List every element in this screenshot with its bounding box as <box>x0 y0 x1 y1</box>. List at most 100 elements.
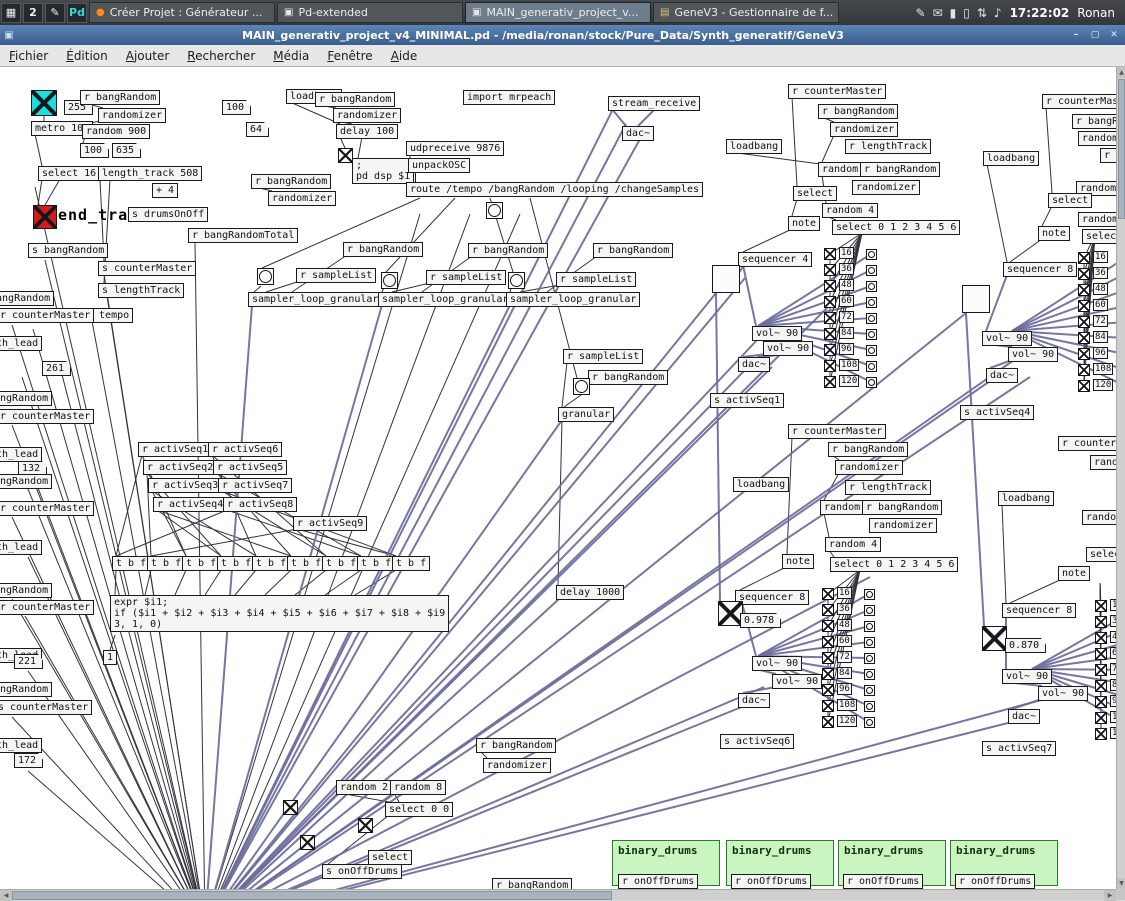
pd-number[interactable]: 221 <box>14 654 43 669</box>
horizontal-scrollbar[interactable]: ◀ ▶ <box>0 889 1116 900</box>
pd-bang[interactable] <box>866 249 877 260</box>
pd-bang[interactable] <box>257 268 274 285</box>
pd-toggle[interactable] <box>1095 664 1107 676</box>
pd-launcher-icon[interactable]: Pd <box>67 3 87 23</box>
pd-gui-square[interactable] <box>712 265 740 293</box>
pd-object[interactable]: loadbang <box>983 151 1039 166</box>
pd-object[interactable]: r sampleList <box>426 270 506 285</box>
pd-object[interactable]: sampler_loop_granular <box>378 292 512 307</box>
pd-number[interactable]: 261 <box>42 361 71 376</box>
pd-number[interactable]: 96 <box>837 683 852 695</box>
pd-number[interactable]: 172 <box>14 753 43 768</box>
pd-object[interactable]: sequencer 8 <box>735 590 809 605</box>
pd-object[interactable]: delay 1000 <box>556 585 624 600</box>
pd-object[interactable]: nth_lead <box>0 336 42 351</box>
pd-object[interactable]: sampler_loop_granular <box>506 292 640 307</box>
pd-bang[interactable] <box>866 329 877 340</box>
pd-toggle[interactable] <box>718 601 743 626</box>
pd-object[interactable]: s activSeq6 <box>720 734 794 749</box>
pd-object[interactable]: dac~ <box>1008 709 1040 724</box>
pd-object[interactable]: r counterMaster <box>0 600 94 615</box>
pd-object[interactable]: r sampleList <box>556 272 636 287</box>
pd-toggle[interactable] <box>1078 284 1090 296</box>
pd-toggle[interactable] <box>338 148 353 163</box>
pd-number[interactable]: 96 <box>839 343 854 355</box>
pd-object[interactable]: r bangRandom <box>862 500 942 515</box>
pd-number[interactable]: 16 <box>839 247 854 259</box>
pd-object[interactable]: udpreceive 9876 <box>406 141 504 156</box>
mail-tray-icon[interactable]: ✉ <box>933 6 943 20</box>
menu-item-aide[interactable]: Aide <box>382 47 427 65</box>
vertical-scrollbar[interactable]: ▲ ▼ <box>1116 67 1125 889</box>
pd-object[interactable]: r onOffDrums <box>843 874 923 889</box>
pd-object[interactable]: length_track 508 <box>98 166 202 181</box>
pd-object[interactable]: r counterMaster <box>0 501 94 516</box>
pd-object[interactable]: r activSeq5 <box>213 460 287 475</box>
pd-number[interactable]: 0.978 <box>740 613 781 628</box>
battery-tray-icon[interactable]: ▮ <box>950 6 957 20</box>
pd-object[interactable]: random 4 <box>822 203 878 218</box>
pd-number[interactable]: 36 <box>837 603 852 615</box>
edit-tray-icon[interactable]: ✎ <box>916 6 926 20</box>
pd-object[interactable]: r counterM <box>1058 436 1116 451</box>
pd-object[interactable]: vol~ 90 <box>1002 669 1052 684</box>
pd-toggle[interactable] <box>824 248 836 260</box>
pd-object[interactable]: vol~ 90 <box>752 656 802 671</box>
pd-number[interactable]: 48 <box>837 619 852 631</box>
pd-object[interactable]: t b f <box>287 556 325 571</box>
menu-item-ajouter[interactable]: Ajouter <box>117 47 179 65</box>
pd-bang-red[interactable] <box>33 205 57 229</box>
volume-tray-icon[interactable]: ♪ <box>994 6 1002 20</box>
taskbar-button-1[interactable]: ▣Pd-extended <box>277 2 463 23</box>
scroll-right-arrow[interactable]: ▶ <box>1104 890 1116 901</box>
pd-object[interactable]: r activSeq8 <box>223 497 297 512</box>
pd-object[interactable]: r sampleList <box>296 268 376 283</box>
pd-bang[interactable] <box>866 377 877 388</box>
menu-item-édition[interactable]: Édition <box>57 47 117 65</box>
pd-number[interactable]: 72 <box>1093 315 1108 327</box>
pd-toggle[interactable] <box>824 360 836 372</box>
pd-gui-square[interactable] <box>962 285 990 313</box>
pd-object[interactable]: r onOffDrums <box>731 874 811 889</box>
pd-number[interactable]: 48 <box>839 279 854 291</box>
pd-object[interactable]: s counterMaster <box>0 700 92 715</box>
pd-number[interactable]: 84 <box>839 327 854 339</box>
pd-object[interactable]: note <box>1038 226 1070 241</box>
pd-toggle[interactable] <box>1095 632 1107 644</box>
pd-toggle[interactable] <box>822 652 834 664</box>
pd-number[interactable]: 36 <box>1093 267 1108 279</box>
workspace-2-icon[interactable]: 2 <box>23 3 43 23</box>
pd-object[interactable]: randomizer <box>830 122 898 137</box>
pd-object[interactable]: t b f <box>182 556 220 571</box>
pd-number[interactable]: 635 <box>112 143 141 158</box>
pd-object[interactable]: r bangRandom <box>315 92 395 107</box>
menu-item-média[interactable]: Média <box>264 47 318 65</box>
pd-object[interactable]: r onOffDrums <box>618 874 698 889</box>
pd-toggle[interactable] <box>824 328 836 340</box>
pd-bang[interactable] <box>508 272 525 289</box>
pd-object[interactable]: 1 <box>103 650 117 665</box>
close-button[interactable]: ✕ <box>1106 30 1122 40</box>
pd-toggle[interactable] <box>822 684 834 696</box>
pd-object[interactable]: sampler_loop_granular <box>248 292 382 307</box>
pd-object[interactable]: r lengthTrack <box>845 480 931 495</box>
network-tray-icon[interactable]: ⇅ <box>977 6 987 20</box>
pd-object[interactable]: r bangRandom <box>593 243 673 258</box>
pd-number[interactable]: 60 <box>839 295 854 307</box>
vertical-scroll-thumb[interactable] <box>1118 79 1125 219</box>
pd-object[interactable]: t b f <box>392 556 430 571</box>
pd-toggle[interactable] <box>824 344 836 356</box>
pd-object[interactable]: random <box>1082 510 1116 525</box>
menu-item-fichier[interactable]: Fichier <box>0 47 57 65</box>
pd-object[interactable]: s activSeq7 <box>982 741 1056 756</box>
pd-object[interactable]: dac~ <box>986 368 1018 383</box>
pd-toggle[interactable] <box>1095 616 1107 628</box>
pd-object[interactable]: sequencer 4 <box>738 252 812 267</box>
pd-object[interactable]: r bangRandom <box>343 242 423 257</box>
pd-toggle[interactable] <box>1095 600 1107 612</box>
pd-number[interactable]: 120 <box>839 375 859 387</box>
scroll-left-arrow[interactable]: ◀ <box>0 890 12 901</box>
pd-bang[interactable] <box>866 265 877 276</box>
window-titlebar[interactable]: ▣ MAIN_generativ_project_v4_MINIMAL.pd -… <box>0 25 1125 45</box>
pd-object[interactable]: r bangRandom <box>80 90 160 105</box>
